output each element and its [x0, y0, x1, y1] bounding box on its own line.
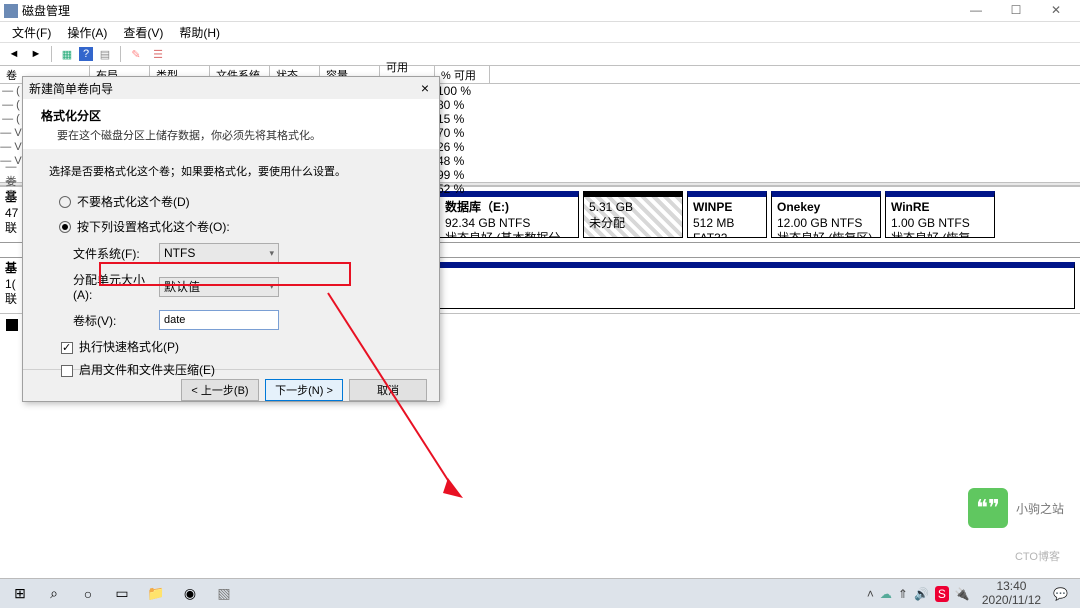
- compress-checkbox[interactable]: [61, 365, 73, 377]
- wizard-title: 新建简单卷向导: [29, 80, 417, 97]
- menubar: 文件(F) 操作(A) 查看(V) 帮助(H): [0, 22, 1080, 42]
- vol-label: 卷标(V):: [49, 312, 159, 329]
- chrome-icon[interactable]: ◉: [174, 580, 206, 608]
- tray: ˄ ☁ ⇑ 🔊 S 🔌 13:40 2020/11/12 💬: [867, 580, 1076, 606]
- prop-icon[interactable]: ☰: [148, 45, 168, 63]
- fs-select[interactable]: NTFS▾: [159, 243, 279, 263]
- radio-no-format[interactable]: [59, 196, 71, 208]
- quick-format-checkbox[interactable]: [61, 342, 73, 354]
- alloc-label: 分配单元大小(A):: [49, 271, 159, 302]
- next-button[interactable]: 下一步(N) >: [265, 379, 343, 401]
- tray-up-icon[interactable]: ˄: [867, 587, 874, 601]
- back-button[interactable]: < 上一步(B): [181, 379, 259, 401]
- partition[interactable]: [435, 262, 1075, 309]
- wizard-close-icon[interactable]: ×: [417, 80, 433, 96]
- menu-file[interactable]: 文件(F): [6, 22, 57, 43]
- ime-icon[interactable]: S: [935, 586, 949, 602]
- cancel-button[interactable]: 取消: [349, 379, 427, 401]
- partition[interactable]: 5.31 GB未分配: [583, 191, 683, 238]
- search-icon[interactable]: ⌕: [38, 580, 70, 608]
- toolbar: ◄ ► ▦ ? ▤ ✎ ☰: [0, 42, 1080, 66]
- back-icon[interactable]: ◄: [4, 45, 24, 63]
- new-volume-wizard: 新建简单卷向导 × 格式化分区 要在这个磁盘分区上储存数据，你必须先将其格式化。…: [22, 76, 440, 402]
- wechat-icon: ❝❞: [968, 488, 1008, 528]
- chevron-down-icon: ▾: [269, 281, 274, 292]
- radio-format[interactable]: [59, 221, 71, 233]
- clock[interactable]: 13:40 2020/11/12: [976, 580, 1047, 606]
- window-titlebar: 磁盘管理 — ☐ ✕: [0, 0, 1080, 22]
- cloud-icon[interactable]: ☁: [880, 587, 892, 601]
- close-button[interactable]: ✕: [1036, 0, 1076, 22]
- explorer-icon[interactable]: 📁: [140, 580, 172, 608]
- battery-icon[interactable]: 🔌: [955, 587, 970, 601]
- partition[interactable]: WINPE512 MB FAT32状态良好 (恢复: [687, 191, 767, 238]
- chevron-down-icon: ▾: [269, 248, 274, 259]
- maximize-button[interactable]: ☐: [996, 0, 1036, 22]
- start-icon[interactable]: ⊞: [4, 580, 36, 608]
- wizard-desc: 选择是否要格式化这个卷；如果要格式化，要使用什么设置。: [49, 163, 413, 179]
- menu-view[interactable]: 查看(V): [117, 22, 169, 43]
- app-icon: [4, 4, 18, 18]
- legend-unalloc-swatch: [6, 319, 18, 331]
- help-icon[interactable]: ✎: [126, 45, 146, 63]
- refresh-icon[interactable]: ▦: [57, 45, 77, 63]
- wifi-icon[interactable]: ⇑: [898, 587, 908, 601]
- partition[interactable]: Onekey12.00 GB NTFS状态良好 (恢复区): [771, 191, 881, 238]
- partition[interactable]: 数据库（E:)92.34 GB NTFS状态良好 (基本数据分区): [439, 191, 579, 238]
- detail-icon[interactable]: ▤: [95, 45, 115, 63]
- minimize-button[interactable]: —: [956, 0, 996, 22]
- taskbar: ⊞ ⌕ ○ ▭ 📁 ◉ ▧ ˄ ☁ ⇑ 🔊 S 🔌 13:40 2020/11/…: [0, 578, 1080, 608]
- alloc-select[interactable]: 默认值▾: [159, 277, 279, 297]
- taskview-icon[interactable]: ▭: [106, 580, 138, 608]
- menu-help[interactable]: 帮助(H): [173, 22, 226, 43]
- sound-icon[interactable]: 🔊: [914, 587, 929, 601]
- window-title: 磁盘管理: [22, 2, 70, 19]
- view-icon[interactable]: ?: [79, 47, 93, 61]
- wizard-body: 选择是否要格式化这个卷；如果要格式化，要使用什么设置。 不要格式化这个卷(D) …: [23, 149, 439, 369]
- partition[interactable]: WinRE1.00 GB NTFS状态良好 (恢复分！: [885, 191, 995, 238]
- col-pct[interactable]: % 可用: [435, 66, 490, 83]
- forward-icon[interactable]: ►: [26, 45, 46, 63]
- volume-label-input[interactable]: [159, 310, 279, 330]
- diskmgmt-icon[interactable]: ▧: [208, 580, 240, 608]
- cortana-icon[interactable]: ○: [72, 580, 104, 608]
- fs-label: 文件系统(F):: [49, 245, 159, 262]
- menu-action[interactable]: 操作(A): [61, 22, 113, 43]
- wizard-header: 格式化分区 要在这个磁盘分区上储存数据，你必须先将其格式化。: [23, 99, 439, 149]
- wizard-subheading: 要在这个磁盘分区上储存数据，你必须先将其格式化。: [41, 127, 421, 143]
- notification-icon[interactable]: 💬: [1053, 587, 1068, 601]
- watermark: ❝❞ 小驹之站: [968, 488, 1064, 528]
- wizard-heading: 格式化分区: [41, 107, 421, 124]
- wizard-titlebar[interactable]: 新建简单卷向导 ×: [23, 77, 439, 99]
- watermark-sub: CTO博客: [1015, 548, 1060, 564]
